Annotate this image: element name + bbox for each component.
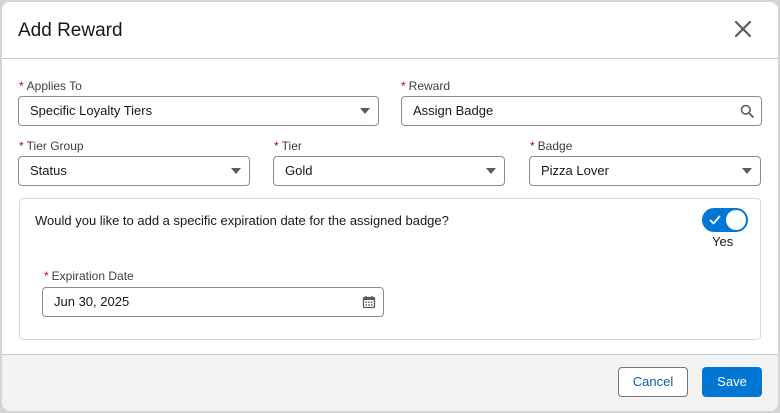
chevron-down-icon (231, 168, 241, 174)
modal-footer: Cancel Save (2, 354, 778, 411)
chevron-down-icon (742, 168, 752, 174)
tier-label: * Tier (274, 139, 302, 153)
required-marker: * (401, 79, 406, 93)
required-marker: * (44, 269, 49, 283)
required-marker: * (19, 79, 24, 93)
reward-label: * Reward (401, 79, 451, 93)
expiration-toggle[interactable] (702, 208, 748, 232)
reward-lookup-input[interactable]: Assign Badge (401, 96, 762, 126)
add-reward-modal: Add Reward * Applies To Specific Loyalty … (2, 2, 778, 411)
applies-to-label: * Applies To (19, 79, 82, 93)
expiration-question: Would you like to add a specific expirat… (35, 213, 449, 228)
required-marker: * (274, 139, 279, 153)
tier-group-label: * Tier Group (19, 139, 84, 153)
applies-to-select[interactable]: Specific Loyalty Tiers (18, 96, 379, 126)
reward-value: Assign Badge (413, 103, 494, 118)
modal-title: Add Reward (18, 20, 123, 41)
check-icon (709, 215, 721, 225)
tier-select[interactable]: Gold (273, 156, 505, 186)
cancel-button[interactable]: Cancel (618, 367, 688, 397)
chevron-down-icon (486, 168, 496, 174)
toggle-state-label: Yes (712, 234, 734, 249)
tier-value: Gold (285, 163, 313, 178)
badge-select[interactable]: Pizza Lover (529, 156, 761, 186)
calendar-icon[interactable] (362, 295, 376, 309)
applies-to-value: Specific Loyalty Tiers (30, 103, 153, 118)
tier-group-value: Status (30, 163, 67, 178)
toggle-knob (726, 210, 746, 230)
expiration-panel: Would you like to add a specific expirat… (19, 198, 761, 340)
expiration-date-input[interactable]: Jun 30, 2025 (42, 287, 384, 317)
badge-value: Pizza Lover (541, 163, 609, 178)
expiration-date-value: Jun 30, 2025 (54, 294, 130, 309)
badge-label: * Badge (530, 139, 573, 153)
chevron-down-icon (360, 108, 370, 114)
close-button[interactable] (732, 18, 754, 40)
required-marker: * (530, 139, 535, 153)
search-icon[interactable] (740, 104, 754, 118)
close-icon (734, 20, 752, 38)
required-marker: * (19, 139, 24, 153)
expiration-date-label: * Expiration Date (44, 269, 134, 283)
tier-group-select[interactable]: Status (18, 156, 250, 186)
save-button[interactable]: Save (702, 367, 762, 397)
modal-header: Add Reward (2, 2, 778, 59)
